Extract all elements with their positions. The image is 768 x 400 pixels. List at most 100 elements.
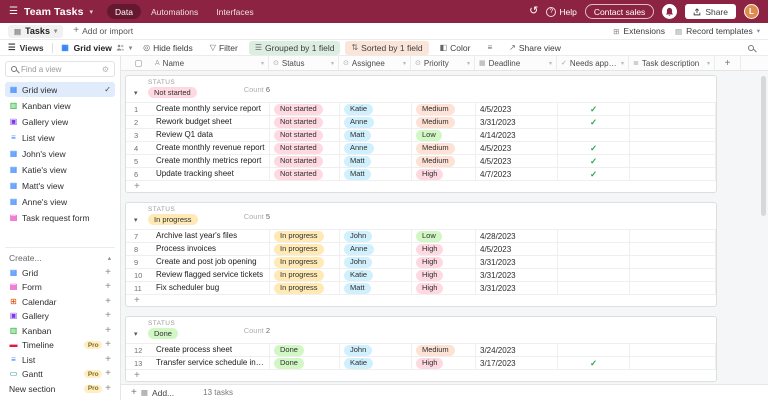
add-or-import-button[interactable]: + Add or import [73, 26, 133, 36]
cell-name[interactable]: Create process sheet [152, 344, 270, 356]
views-toggle-button[interactable]: ☰ Views [8, 42, 44, 53]
plus-icon[interactable]: + [105, 355, 111, 365]
current-view-button[interactable]: ▦ Grid view ▾ [61, 43, 133, 53]
share-view-button[interactable]: ↗ Share view [503, 41, 567, 55]
title-chevron-icon[interactable]: ▾ [90, 8, 94, 16]
row-number[interactable]: 13 [126, 357, 152, 369]
vertical-scrollbar[interactable] [761, 72, 767, 383]
cell-status[interactable]: In progress [270, 243, 340, 255]
cell-needs-approval[interactable]: ✓ [558, 155, 630, 167]
cell-needs-approval[interactable]: ✓ [558, 103, 630, 115]
cell-priority[interactable]: High [412, 256, 476, 268]
row-number[interactable]: 4 [126, 142, 152, 154]
sidebar-view-matt-s-view[interactable]: ▦Matt's view [5, 178, 115, 193]
create-kanban[interactable]: ▥Kanban+ [5, 324, 115, 339]
notifications-button[interactable] [662, 4, 677, 19]
sidebar-view-grid-view[interactable]: ▦Grid view✓ [5, 82, 115, 97]
cell-priority[interactable]: High [412, 282, 476, 294]
cell-needs-approval[interactable] [558, 344, 630, 356]
cell-task-description[interactable] [630, 282, 716, 294]
cell-assignee[interactable]: Katie [340, 103, 412, 115]
sidebar-view-katie-s-view[interactable]: ▦Katie's view [5, 162, 115, 177]
cell-needs-approval[interactable] [558, 282, 630, 294]
column-header-priority[interactable]: ⊙Priority▾ [411, 56, 475, 70]
cell-needs-approval[interactable]: ✓ [558, 357, 630, 369]
tab-automations[interactable]: Automations [143, 4, 206, 19]
cell-deadline[interactable]: 4/5/2023 [476, 103, 558, 115]
cell-assignee[interactable]: John [340, 230, 412, 242]
add-record-row[interactable]: + [126, 369, 716, 381]
share-button[interactable]: Share [685, 4, 736, 19]
help-button[interactable]: ? Help [546, 7, 576, 17]
create-timeline[interactable]: ▬TimelinePro+ [5, 338, 115, 353]
column-header-name[interactable]: AName▾ [151, 56, 269, 70]
cell-task-description[interactable] [630, 129, 716, 141]
collapse-group-icon[interactable]: ▾ [134, 330, 148, 338]
cell-priority[interactable]: Medium [412, 103, 476, 115]
cell-needs-approval[interactable] [558, 256, 630, 268]
row-number[interactable]: 2 [126, 116, 152, 128]
cell-deadline[interactable]: 3/31/2023 [476, 269, 558, 281]
cell-deadline[interactable]: 4/28/2023 [476, 230, 558, 242]
cell-deadline[interactable]: 4/5/2023 [476, 142, 558, 154]
contact-sales-button[interactable]: Contact sales [585, 4, 655, 19]
cell-assignee[interactable]: Anne [340, 243, 412, 255]
cell-priority[interactable]: High [412, 357, 476, 369]
cell-status[interactable]: Not started [270, 116, 340, 128]
table-selector[interactable]: ▤ Tasks ▾ [8, 25, 63, 38]
cell-deadline[interactable]: 4/5/2023 [476, 243, 558, 255]
sidebar-view-gallery-view[interactable]: ▣Gallery view [5, 114, 115, 129]
cell-deadline[interactable]: 3/31/2023 [476, 282, 558, 294]
cell-assignee[interactable]: Katie [340, 357, 412, 369]
tab-data[interactable]: Data [107, 4, 141, 19]
cell-priority[interactable]: Medium [412, 116, 476, 128]
cell-task-description[interactable] [630, 357, 716, 369]
plus-icon[interactable]: + [105, 311, 111, 321]
cell-priority[interactable]: High [412, 168, 476, 180]
cell-status[interactable]: In progress [270, 269, 340, 281]
row-number[interactable]: 8 [126, 243, 152, 255]
cell-task-description[interactable] [630, 256, 716, 268]
collapse-group-icon[interactable]: ▾ [134, 89, 148, 97]
create-grid[interactable]: ▦Grid+ [5, 266, 115, 281]
cell-status[interactable]: Done [270, 357, 340, 369]
cell-task-description[interactable] [630, 168, 716, 180]
cell-priority[interactable]: Low [412, 230, 476, 242]
cell-needs-approval[interactable] [558, 243, 630, 255]
cell-assignee[interactable]: John [340, 344, 412, 356]
cell-needs-approval[interactable] [558, 129, 630, 141]
create-gantt[interactable]: ▭GanttPro+ [5, 367, 115, 382]
filter-button[interactable]: ▽ Filter [204, 41, 244, 55]
cell-deadline[interactable]: 4/7/2023 [476, 168, 558, 180]
find-view-input[interactable]: Find a view ⚙ [5, 61, 115, 77]
cell-priority[interactable]: Medium [412, 344, 476, 356]
row-number[interactable]: 12 [126, 344, 152, 356]
cell-name[interactable]: Process invoices [152, 243, 270, 255]
cell-name[interactable]: Review Q1 data [152, 129, 270, 141]
cell-status[interactable]: Done [270, 344, 340, 356]
hide-fields-button[interactable]: ◎ Hide fields [137, 41, 199, 55]
cell-priority[interactable]: Medium [412, 155, 476, 167]
cell-status[interactable]: In progress [270, 230, 340, 242]
tab-interfaces[interactable]: Interfaces [208, 4, 261, 19]
row-height-button[interactable]: ≡ [481, 42, 498, 54]
create-new-section[interactable]: New sectionPro+ [5, 382, 115, 397]
row-number[interactable]: 11 [126, 282, 152, 294]
gear-icon[interactable]: ⚙ [102, 65, 109, 74]
cell-assignee[interactable]: Matt [340, 155, 412, 167]
sidebar-view-anne-s-view[interactable]: ▦Anne's view [5, 194, 115, 209]
sidebar-view-list-view[interactable]: ≡List view [5, 130, 115, 145]
cell-task-description[interactable] [630, 344, 716, 356]
row-number[interactable]: 9 [126, 256, 152, 268]
plus-icon[interactable]: + [105, 297, 111, 307]
sidebar-view-kanban-view[interactable]: ▥Kanban view [5, 98, 115, 113]
cell-task-description[interactable] [630, 155, 716, 167]
cell-assignee[interactable]: Anne [340, 116, 412, 128]
cell-task-description[interactable] [630, 230, 716, 242]
cell-priority[interactable]: Low [412, 129, 476, 141]
cell-status[interactable]: In progress [270, 282, 340, 294]
row-number[interactable]: 7 [126, 230, 152, 242]
cell-needs-approval[interactable]: ✓ [558, 116, 630, 128]
cell-name[interactable]: Transfer service schedule into ... [152, 357, 270, 369]
cell-assignee[interactable]: Matt [340, 129, 412, 141]
